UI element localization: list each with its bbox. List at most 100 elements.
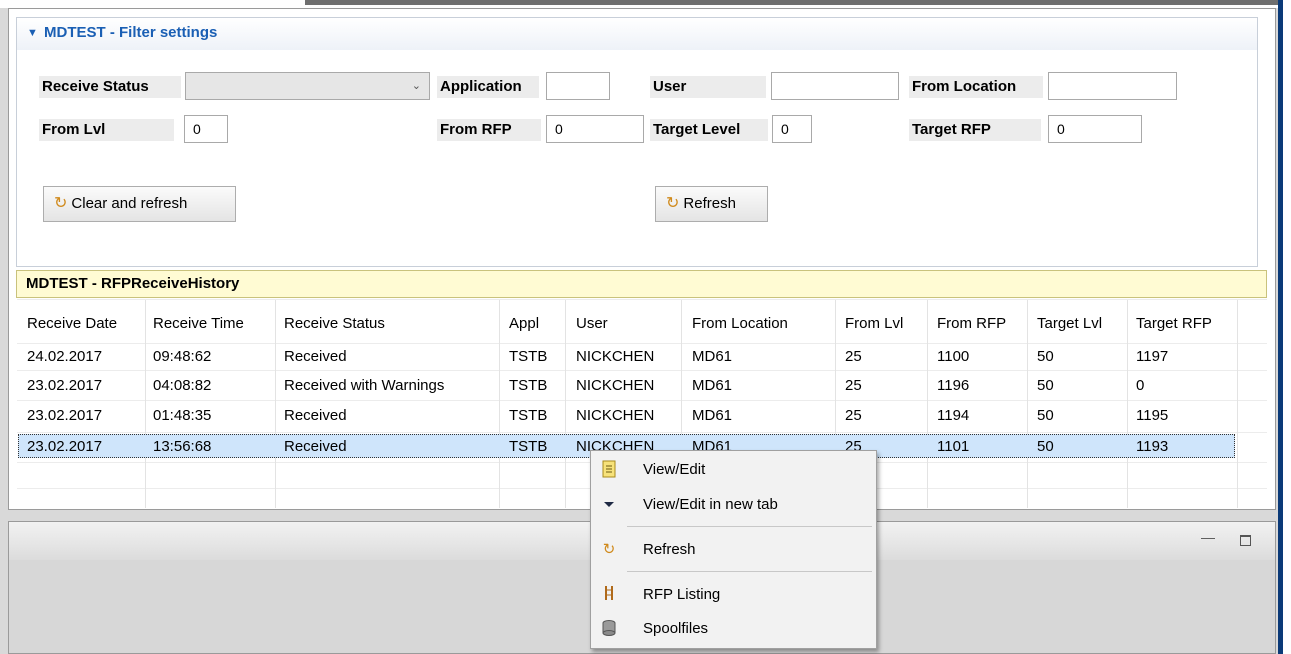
table-cell[interactable]: 1100	[937, 346, 969, 368]
column-header[interactable]: Receive Time	[153, 313, 244, 335]
table-cell[interactable]: 23.02.2017	[27, 405, 102, 427]
table-cell[interactable]: 50	[1037, 405, 1054, 427]
table-cell[interactable]: TSTB	[509, 405, 547, 427]
table-cell[interactable]: 25	[845, 346, 862, 368]
receive-status-label: Receive Status	[39, 76, 181, 98]
application-input[interactable]	[546, 72, 610, 100]
document-icon	[599, 460, 619, 480]
dropdown-arrow-icon	[599, 495, 619, 515]
selected-table-cell[interactable]: 1101	[937, 436, 969, 458]
grid-line	[17, 370, 1267, 371]
from-location-label: From Location	[909, 76, 1043, 98]
table-cell[interactable]: 50	[1037, 346, 1054, 368]
table-cell[interactable]: Received with Warnings	[284, 375, 444, 397]
minimize-icon[interactable]: —	[1201, 530, 1215, 545]
maximize-icon[interactable]	[1240, 535, 1251, 546]
grid-line	[17, 400, 1267, 401]
refresh-icon: ↻	[666, 195, 680, 212]
column-header[interactable]: From Lvl	[845, 313, 903, 335]
column-header[interactable]: Target RFP	[1136, 313, 1212, 335]
from-rfp-label: From RFP	[437, 119, 541, 141]
column-header[interactable]: Target Lvl	[1037, 313, 1102, 335]
menu-separator	[627, 526, 872, 527]
menu-item-rfp-listing[interactable]: RFP Listing	[591, 580, 876, 610]
table-cell[interactable]: Received	[284, 405, 347, 427]
target-rfp-input[interactable]: 0	[1048, 115, 1142, 143]
from-lvl-label: From Lvl	[39, 119, 174, 141]
table-cell[interactable]: 04:08:82	[153, 375, 211, 397]
table-cell[interactable]: 25	[845, 405, 862, 427]
table-cell[interactable]: 1195	[1136, 405, 1168, 427]
user-input[interactable]	[771, 72, 899, 100]
table-cell[interactable]: Received	[284, 346, 347, 368]
grid-line	[145, 300, 146, 508]
user-label: User	[650, 76, 766, 98]
selected-table-cell[interactable]: 50	[1037, 436, 1054, 458]
menu-item-label: View/Edit	[643, 461, 706, 478]
table-cell[interactable]: 09:48:62	[153, 346, 211, 368]
table-cell[interactable]: 25	[845, 375, 862, 397]
column-header[interactable]: Receive Status	[284, 313, 385, 335]
table-cell[interactable]: 1197	[1136, 346, 1168, 368]
grid-line	[1027, 300, 1028, 508]
application-label: Application	[437, 76, 539, 98]
menu-item-label: Spoolfiles	[643, 620, 709, 637]
table-cell[interactable]: 1196	[937, 375, 969, 397]
grid-line	[927, 300, 928, 508]
from-rfp-input[interactable]: 0	[546, 115, 644, 143]
menu-item-spoolfiles[interactable]: Spoolfiles	[591, 614, 876, 644]
clear-and-refresh-button[interactable]: ↻ Clear and refresh	[43, 186, 236, 222]
table-cell[interactable]: 23.02.2017	[27, 375, 102, 397]
menu-item-refresh[interactable]: ↻ Refresh	[591, 535, 876, 565]
selected-table-cell[interactable]: Received	[284, 436, 347, 458]
column-header[interactable]: Appl	[509, 313, 539, 335]
table-cell[interactable]: 01:48:35	[153, 405, 211, 427]
grid-line	[17, 299, 1267, 300]
table-cell[interactable]: NICKCHEN	[576, 405, 654, 427]
grid-line	[1237, 300, 1238, 508]
filter-title[interactable]: MDTEST - Filter settings	[44, 22, 217, 44]
table-cell[interactable]: MD61	[692, 375, 732, 397]
menu-item-label: View/Edit in new tab	[643, 496, 778, 513]
desktop-strip	[1283, 0, 1291, 654]
target-level-label: Target Level	[650, 119, 768, 141]
selected-table-cell[interactable]: TSTB	[509, 436, 547, 458]
table-cell[interactable]: 50	[1037, 375, 1054, 397]
column-header[interactable]: User	[576, 313, 608, 335]
target-rfp-label: Target RFP	[909, 119, 1041, 141]
grid-line	[275, 300, 276, 508]
menu-item-view-edit-new-tab[interactable]: View/Edit in new tab	[591, 490, 876, 520]
table-cell[interactable]: MD61	[692, 405, 732, 427]
column-header[interactable]: Receive Date	[27, 313, 117, 335]
refresh-label: Refresh	[683, 195, 736, 212]
refresh-button[interactable]: ↻ Refresh	[655, 186, 768, 222]
table-cell[interactable]: 0	[1136, 375, 1144, 397]
receive-status-select[interactable]: ⌄	[185, 72, 430, 100]
table-cell[interactable]: 24.02.2017	[27, 346, 102, 368]
refresh-icon: ↻	[602, 541, 616, 558]
grid-line	[565, 300, 566, 508]
column-header[interactable]: From RFP	[937, 313, 1006, 335]
grid-line	[17, 343, 1267, 344]
listing-icon	[599, 585, 619, 605]
grid-line	[1127, 300, 1128, 508]
collapse-arrow-icon[interactable]: ▼	[27, 24, 41, 42]
table-cell[interactable]: 1194	[937, 405, 969, 427]
from-location-input[interactable]	[1048, 72, 1177, 100]
grid-line	[17, 432, 1267, 433]
table-cell[interactable]: NICKCHEN	[576, 375, 654, 397]
selected-table-cell[interactable]: 13:56:68	[153, 436, 211, 458]
from-lvl-input[interactable]: 0	[184, 115, 228, 143]
table-cell[interactable]: MD61	[692, 346, 732, 368]
grid-line	[499, 300, 500, 508]
table-cell[interactable]: TSTB	[509, 375, 547, 397]
menu-item-label: Refresh	[643, 541, 696, 558]
database-icon	[599, 619, 619, 639]
table-cell[interactable]: NICKCHEN	[576, 346, 654, 368]
target-level-input[interactable]: 0	[772, 115, 812, 143]
selected-table-cell[interactable]: 23.02.2017	[27, 436, 102, 458]
menu-item-view-edit[interactable]: View/Edit	[591, 455, 876, 485]
table-cell[interactable]: TSTB	[509, 346, 547, 368]
column-header[interactable]: From Location	[692, 313, 788, 335]
selected-table-cell[interactable]: 1193	[1136, 436, 1168, 458]
